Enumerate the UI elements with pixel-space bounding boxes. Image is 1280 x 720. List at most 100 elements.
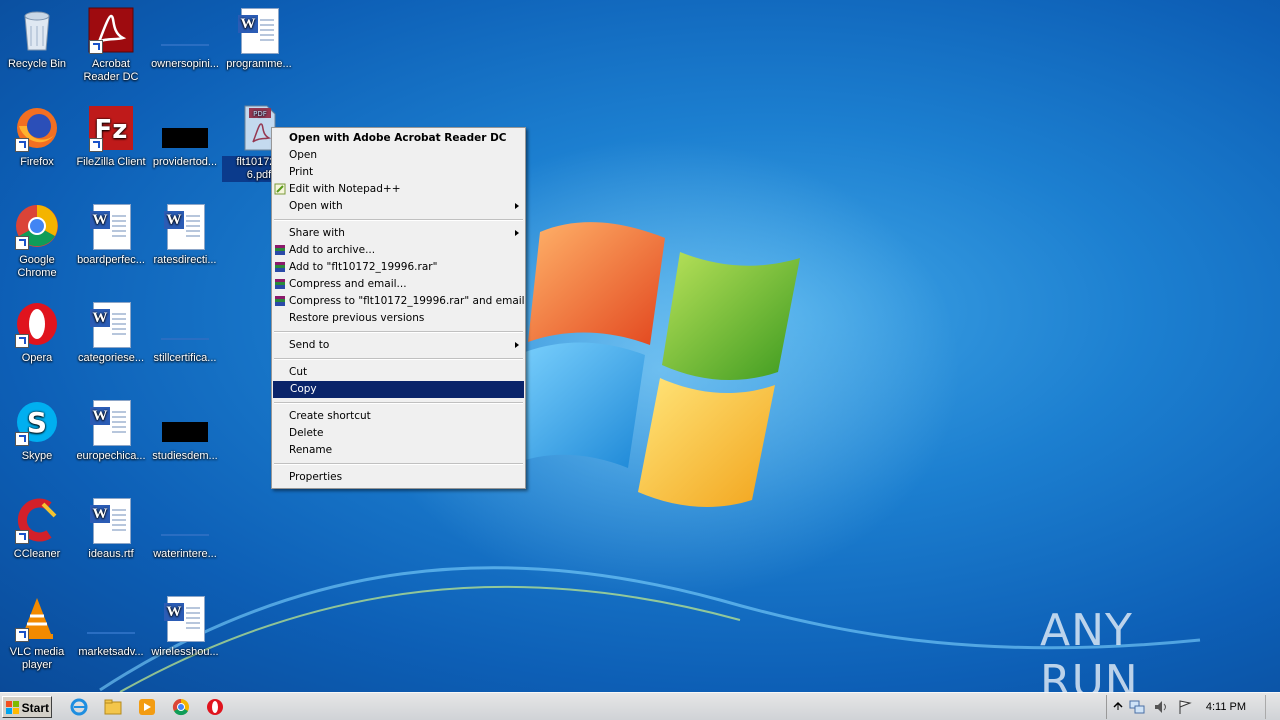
desktop-icon-label: categoriese... bbox=[77, 352, 145, 364]
desktop-icon-marketsadv[interactable]: marketsadv... bbox=[74, 594, 148, 659]
word-document-icon: W bbox=[164, 596, 205, 642]
menu-item-cut[interactable]: Cut bbox=[272, 364, 525, 381]
desktop-icon-firefox[interactable]: Firefox bbox=[0, 104, 74, 169]
desktop-icon-providertod[interactable]: providertod... bbox=[148, 104, 222, 169]
menu-item-properties[interactable]: Properties bbox=[272, 469, 525, 486]
menu-item-rename[interactable]: Rename bbox=[272, 442, 525, 459]
desktop-icon-google-chrome[interactable]: Google Chrome bbox=[0, 202, 74, 280]
menu-item-edit-with-notepad-plus-plus[interactable]: Edit with Notepad++ bbox=[272, 181, 525, 198]
internet-explorer-icon[interactable] bbox=[70, 698, 88, 716]
recycle-bin-icon bbox=[24, 11, 50, 51]
menu-item-compress-to-rar-and-email[interactable]: Compress to "flt10172_19996.rar" and ema… bbox=[272, 293, 525, 310]
desktop-icon-vlc[interactable]: VLC media player bbox=[0, 594, 74, 672]
shortcut-arrow-icon bbox=[15, 334, 29, 348]
menu-item-add-to-rar[interactable]: Add to "flt10172_19996.rar" bbox=[272, 259, 525, 276]
desktop-icon-label: ratesdirecti... bbox=[153, 254, 217, 266]
menu-item-label: Copy bbox=[290, 383, 317, 395]
menu-item-open[interactable]: Open bbox=[272, 147, 525, 164]
windows-flag-icon bbox=[6, 701, 19, 714]
taskbar-clock[interactable]: 4:11 PM bbox=[1206, 701, 1246, 713]
desktop-icon-waterintere[interactable]: waterintere... bbox=[148, 496, 222, 561]
desktop-icon-ratesdirecti[interactable]: W ratesdirecti... bbox=[148, 202, 222, 267]
desktop-icon-stillcertifica[interactable]: stillcertifica... bbox=[148, 300, 222, 365]
menu-item-compress-and-email[interactable]: Compress and email... bbox=[272, 276, 525, 293]
word-document-icon: W bbox=[90, 400, 131, 446]
desktop-icon-recycle-bin[interactable]: Recycle Bin bbox=[0, 6, 74, 71]
desktop-icon-label: ideaus.rtf bbox=[88, 548, 134, 560]
blank-file-icon bbox=[162, 128, 208, 148]
desktop-icon-label: stillcertifica... bbox=[153, 352, 217, 364]
menu-item-label: Add to archive... bbox=[289, 244, 376, 256]
desktop-icon-label: Acrobat Reader DC bbox=[83, 58, 139, 83]
desktop-icon-ccleaner[interactable]: CCleaner bbox=[0, 496, 74, 561]
menu-item-label: Properties bbox=[289, 471, 343, 483]
desktop-icon-filezilla[interactable]: Fz FileZilla Client bbox=[74, 104, 148, 169]
desktop-icon-wirelesshou[interactable]: W wirelesshou... bbox=[148, 594, 222, 659]
desktop-icon-skype[interactable]: S Skype bbox=[0, 398, 74, 463]
menu-item-label: Share with bbox=[289, 227, 345, 239]
word-document-icon: W bbox=[90, 204, 131, 250]
menu-item-label: Delete bbox=[289, 427, 324, 439]
taskbar: Start 4:11 PM bbox=[0, 692, 1280, 720]
menu-item-open-with-acrobat[interactable]: Open with Adobe Acrobat Reader DC bbox=[272, 130, 525, 147]
media-player-icon[interactable] bbox=[138, 698, 156, 716]
show-hidden-icons-icon[interactable] bbox=[1113, 701, 1123, 711]
menu-item-send-to[interactable]: Send to bbox=[272, 337, 525, 354]
start-button[interactable]: Start bbox=[2, 696, 52, 718]
menu-item-copy[interactable]: Copy bbox=[273, 381, 524, 398]
desktop-icon-categoriese[interactable]: W categoriese... bbox=[74, 300, 148, 365]
desktop-icon-label: studiesdem... bbox=[152, 450, 218, 462]
desktop-icon-opera[interactable]: Opera bbox=[0, 300, 74, 365]
word-document-icon: W bbox=[90, 302, 131, 348]
opera-icon[interactable] bbox=[206, 698, 224, 716]
menu-item-label: Edit with Notepad++ bbox=[289, 183, 401, 195]
desktop-icon-label: wirelesshou... bbox=[151, 646, 219, 658]
menu-item-print[interactable]: Print bbox=[272, 164, 525, 181]
desktop-icon-label: Recycle Bin bbox=[7, 58, 67, 70]
desktop-icon-programme[interactable]: W programme... bbox=[222, 6, 296, 71]
menu-item-add-to-archive[interactable]: Add to archive... bbox=[272, 242, 525, 259]
menu-separator bbox=[274, 463, 523, 465]
action-center-flag-icon[interactable] bbox=[1177, 699, 1193, 715]
desktop-icon-europechica[interactable]: W europechica... bbox=[74, 398, 148, 463]
system-tray: 4:11 PM bbox=[1106, 695, 1280, 719]
menu-item-label: Compress to "flt10172_19996.rar" and ema… bbox=[289, 295, 525, 307]
submenu-arrow-icon bbox=[515, 203, 519, 209]
chrome-icon[interactable] bbox=[172, 698, 190, 716]
desktop-icon-ideaus-rtf[interactable]: W ideaus.rtf bbox=[74, 496, 148, 561]
desktop-icon-ownersopini[interactable]: ownersopini... bbox=[148, 6, 222, 71]
menu-item-open-with[interactable]: Open with bbox=[272, 198, 525, 215]
shortcut-arrow-icon bbox=[89, 40, 103, 54]
winrar-icon bbox=[275, 279, 285, 289]
desktop-icon-boardperfec[interactable]: W boardperfec... bbox=[74, 202, 148, 267]
desktop-icon-acrobat-reader[interactable]: Acrobat Reader DC bbox=[74, 6, 148, 84]
menu-item-label: Compress and email... bbox=[289, 278, 407, 290]
shortcut-arrow-icon bbox=[15, 530, 29, 544]
word-document-icon: W bbox=[90, 498, 131, 544]
menu-item-label: Open bbox=[289, 149, 318, 161]
desktop-icon-studiesdem[interactable]: studiesdem... bbox=[148, 398, 222, 463]
blank-file-icon bbox=[161, 44, 209, 46]
notepad-plus-plus-icon bbox=[274, 183, 286, 195]
winrar-icon bbox=[275, 245, 285, 255]
menu-item-restore-previous-versions[interactable]: Restore previous versions bbox=[272, 310, 525, 327]
submenu-arrow-icon bbox=[515, 342, 519, 348]
desktop-icon-label: programme... bbox=[226, 58, 292, 70]
file-explorer-icon[interactable] bbox=[104, 698, 122, 716]
desktop-icon-label: waterintere... bbox=[153, 548, 217, 560]
menu-item-label: Create shortcut bbox=[289, 410, 371, 422]
volume-icon[interactable] bbox=[1153, 699, 1169, 715]
menu-item-delete[interactable]: Delete bbox=[272, 425, 525, 442]
start-label: Start bbox=[21, 701, 49, 715]
desktop-icon-label: Google Chrome bbox=[17, 254, 57, 279]
menu-item-create-shortcut[interactable]: Create shortcut bbox=[272, 408, 525, 425]
show-desktop-button[interactable] bbox=[1265, 695, 1280, 719]
desktop-icon-label: FileZilla Client bbox=[76, 156, 146, 168]
desktop[interactable]: Recycle Bin Acrobat Reader DC ownersopin… bbox=[0, 0, 1280, 692]
menu-item-label: Cut bbox=[289, 366, 308, 378]
blank-file-icon bbox=[161, 338, 209, 340]
shortcut-arrow-icon bbox=[15, 138, 29, 152]
network-icon[interactable] bbox=[1129, 699, 1145, 715]
desktop-icon-label: marketsadv... bbox=[78, 646, 144, 658]
menu-item-share-with[interactable]: Share with bbox=[272, 225, 525, 242]
